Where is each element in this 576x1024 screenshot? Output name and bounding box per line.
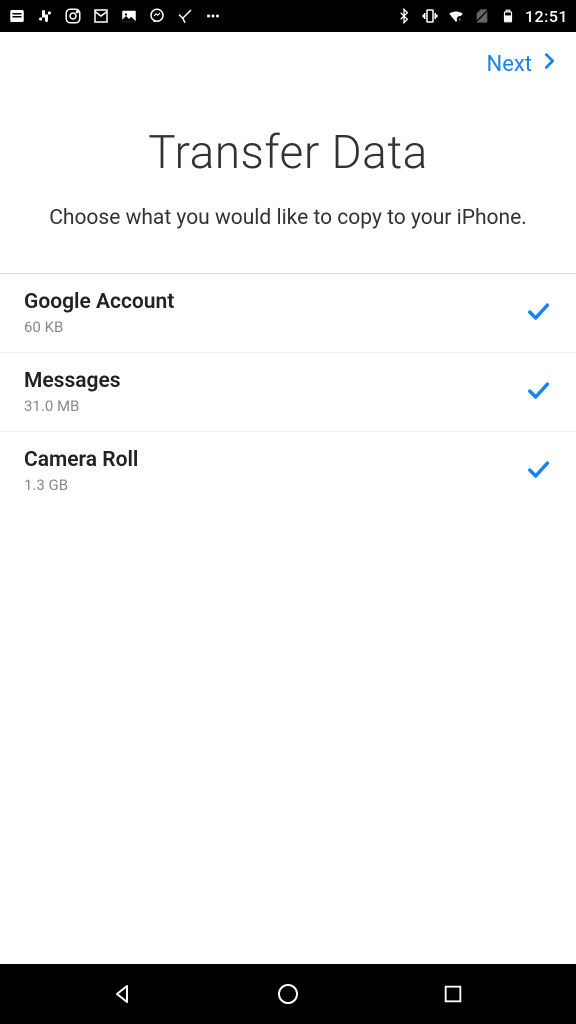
more-icon (204, 7, 222, 25)
gmail-icon (92, 7, 110, 25)
check-icon (524, 297, 552, 329)
battery-icon (499, 7, 517, 25)
header-block: Transfer Data Choose what you would like… (0, 86, 576, 273)
wifi-icon: x (447, 7, 465, 25)
svg-text:x: x (459, 18, 461, 22)
status-time: 12:51 (525, 7, 568, 26)
page-title: Transfer Data (24, 126, 552, 180)
slack-icon (36, 7, 54, 25)
item-label: Messages (24, 369, 121, 393)
android-nav-bar (0, 964, 576, 1024)
item-label: Google Account (24, 290, 174, 314)
item-size: 31.0 MB (24, 397, 121, 415)
check-icon (524, 455, 552, 487)
status-right-icons: x 12:51 (395, 7, 568, 26)
bluetooth-icon (395, 7, 413, 25)
next-label: Next (487, 52, 532, 77)
list-item[interactable]: Google Account 60 KB (0, 274, 576, 353)
next-button[interactable]: Next (487, 50, 560, 78)
chevron-right-icon (538, 50, 560, 78)
home-button[interactable] (258, 964, 318, 1024)
photos-icon (120, 7, 138, 25)
item-size: 1.3 GB (24, 476, 138, 494)
check-icon (524, 376, 552, 408)
list-item[interactable]: Camera Roll 1.3 GB (0, 432, 576, 510)
check-app-icon (176, 7, 194, 25)
page-subtitle: Choose what you would like to copy to yo… (24, 204, 552, 233)
top-nav: Next (0, 32, 576, 86)
no-sim-icon (473, 7, 491, 25)
item-label: Camera Roll (24, 448, 138, 472)
item-text: Google Account 60 KB (24, 290, 174, 336)
messenger-icon (148, 7, 166, 25)
recents-button[interactable] (423, 964, 483, 1024)
item-text: Camera Roll 1.3 GB (24, 448, 138, 494)
main-content: Next Transfer Data Choose what you would… (0, 32, 576, 964)
item-size: 60 KB (24, 318, 174, 336)
back-button[interactable] (93, 964, 153, 1024)
item-text: Messages 31.0 MB (24, 369, 121, 415)
instagram-icon (64, 7, 82, 25)
status-left-icons (8, 7, 222, 25)
vibrate-icon (421, 7, 439, 25)
notification-icon (8, 7, 26, 25)
status-bar: x 12:51 (0, 0, 576, 32)
transfer-list: Google Account 60 KB Messages 31.0 MB Ca… (0, 273, 576, 510)
list-item[interactable]: Messages 31.0 MB (0, 353, 576, 432)
